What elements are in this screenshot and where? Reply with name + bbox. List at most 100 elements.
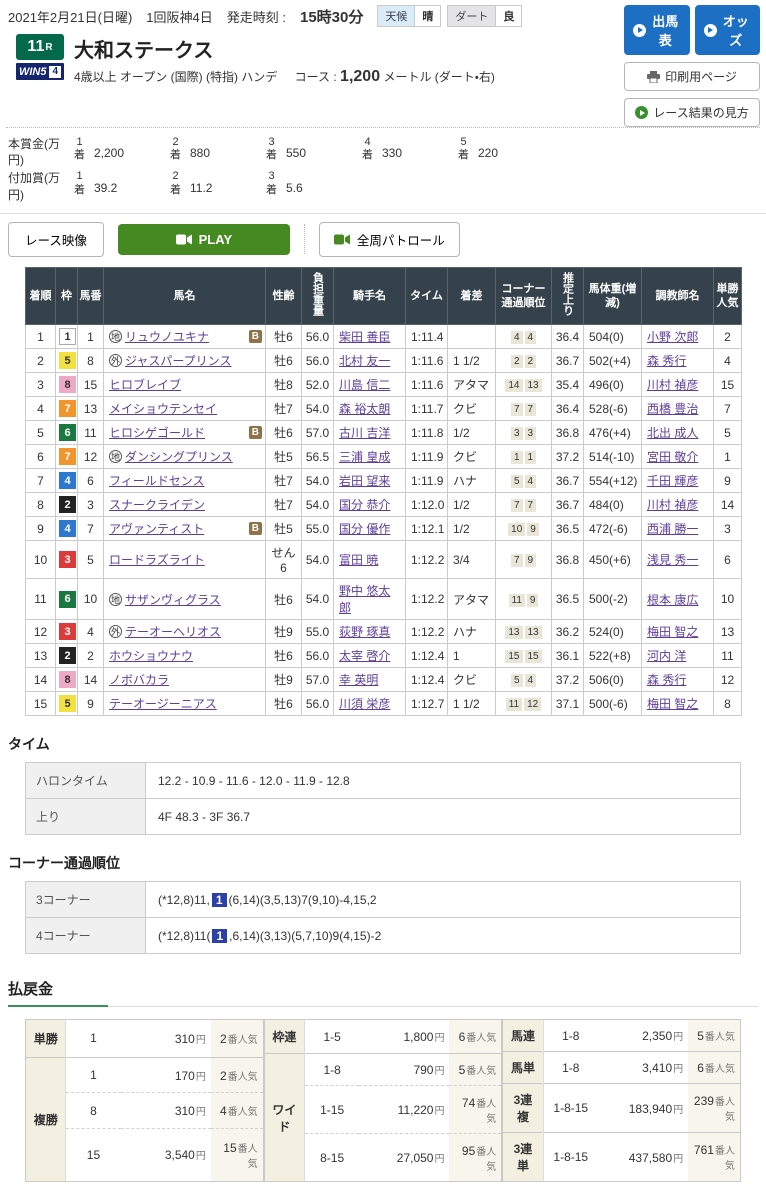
horse-name-link[interactable]: フィールドセンス xyxy=(109,474,205,488)
jockey-link[interactable]: 幸 英明 xyxy=(339,673,378,687)
origin-mark: 地 xyxy=(109,450,122,464)
impost: 54.0 xyxy=(301,492,334,518)
odds-button[interactable]: オッズ xyxy=(694,5,760,55)
prize-item: 1 着 39.2 xyxy=(74,170,170,196)
horse-name-link[interactable]: ロードラズライト xyxy=(109,553,205,567)
horse-name-link[interactable]: テーオージーニアス xyxy=(109,697,217,711)
horse-name-link[interactable]: サザンヴィグラス xyxy=(125,593,221,607)
weather-value: 晴 xyxy=(414,6,441,26)
trainer-link[interactable]: 浅見 秀一 xyxy=(647,553,698,567)
trainer-link[interactable]: 川村 禎彦 xyxy=(647,498,698,512)
jockey-link[interactable]: 古川 吉洋 xyxy=(339,426,390,440)
margin: ハナ xyxy=(447,468,496,494)
jockey-link[interactable]: 柴田 善臣 xyxy=(339,330,390,344)
corner-positions: 54 xyxy=(495,667,552,693)
last-3f: 36.8 xyxy=(551,540,584,580)
last-3f: 35.4 xyxy=(551,372,584,398)
finish-position: 4 xyxy=(25,396,56,422)
trainer-link[interactable]: 川村 禎彦 xyxy=(647,378,698,392)
horse-number: 5 xyxy=(77,540,104,580)
arrow-circle-icon xyxy=(635,106,649,119)
entry-list-button[interactable]: 出馬表 xyxy=(624,5,690,55)
jockey-link[interactable]: 川須 栄彦 xyxy=(339,697,390,711)
race-video-button[interactable]: レース映像 xyxy=(8,221,104,257)
jockey-link[interactable]: 富田 暁 xyxy=(339,553,378,567)
corner-position-box: 11 xyxy=(508,593,525,607)
sex-age: 牡5 xyxy=(265,444,302,470)
horse-name-link[interactable]: ヒロシゲゴールド xyxy=(109,426,205,440)
horse-name-link[interactable]: ヒロブレイブ xyxy=(109,378,181,392)
trainer-link[interactable]: 西浦 勝一 xyxy=(647,522,698,536)
trainer-link[interactable]: 宮田 敬介 xyxy=(647,450,698,464)
finish-time: 1:11.6 xyxy=(405,348,448,374)
horse-name-link[interactable]: メイショウテンセイ xyxy=(109,402,217,416)
margin: 1/2 xyxy=(447,516,496,542)
corner-row-label: 4コーナー xyxy=(25,917,146,955)
horse-name-link[interactable]: ジャスパープリンス xyxy=(125,354,231,368)
trainer-link[interactable]: 森 秀行 xyxy=(647,673,686,687)
payout-combination: 15 xyxy=(65,1127,121,1182)
last-3f: 36.2 xyxy=(551,619,584,645)
horse-name-link[interactable]: ホウショウナウ xyxy=(109,649,193,663)
payout-amount: 1,800円 xyxy=(359,1019,450,1054)
horse-name-link[interactable]: ダンシングプリンス xyxy=(125,450,233,464)
corner-positions: 44 xyxy=(495,324,552,350)
margin: ハナ xyxy=(447,619,496,645)
trainer-link[interactable]: 小野 次郎 xyxy=(647,330,698,344)
horse-name-link[interactable]: リュウノユキナ xyxy=(125,330,209,344)
jockey-link[interactable]: 三浦 皇成 xyxy=(339,450,390,464)
frame-cell: 2 xyxy=(55,643,78,669)
payout-popularity: 5番人気 xyxy=(449,1053,502,1086)
horse-weight: 450(+6) xyxy=(583,540,642,580)
horse-name-link[interactable]: アヴァンティスト xyxy=(109,522,204,536)
course-distance: 1,200 xyxy=(340,68,381,85)
result-guide-button[interactable]: レース結果の見方 xyxy=(624,98,760,127)
jockey-link[interactable]: 北村 友一 xyxy=(339,354,390,368)
patrol-video-button[interactable]: 全周パトロール xyxy=(318,221,460,257)
jockey-link[interactable]: 野中 悠太郎 xyxy=(339,584,390,615)
horse-name-link[interactable]: テーオーヘリオス xyxy=(125,625,221,639)
horse-name-link[interactable]: スナークライデン xyxy=(109,498,205,512)
prize-amount: 880 xyxy=(190,146,211,161)
payout-amount: 11,220円 xyxy=(359,1085,450,1134)
print-page-button[interactable]: 印刷用ページ xyxy=(624,62,760,91)
impost: 57.0 xyxy=(301,667,334,693)
trainer-link[interactable]: 根本 康広 xyxy=(647,593,698,607)
trainer-link[interactable]: 梅田 智之 xyxy=(647,625,698,639)
time-row-value: 12.2 - 10.9 - 11.6 - 12.0 - 11.9 - 12.8 xyxy=(145,762,741,800)
jockey-link[interactable]: 森 裕太朗 xyxy=(339,402,390,416)
payout-combination: 1-8 xyxy=(543,1019,598,1052)
last-3f: 36.4 xyxy=(551,396,584,422)
trainer-link[interactable]: 河内 洋 xyxy=(647,649,686,663)
horse-weight: 476(+4) xyxy=(583,420,642,446)
race-date: 2021年2月21日(日曜) xyxy=(8,9,133,25)
result-row: 13 2 2 ホウショウナウ 牡6 56.0 太宰 啓介 1:12.4 1 15 15 36.1 522… xyxy=(25,643,742,669)
jockey-link[interactable]: 太宰 啓介 xyxy=(339,649,390,663)
corner-positions: 77 xyxy=(495,396,552,422)
jockey-cell: 国分 恭介 xyxy=(333,492,406,518)
jockey-link[interactable]: 国分 優作 xyxy=(339,522,390,536)
trainer-link[interactable]: 梅田 智之 xyxy=(647,697,698,711)
jockey-link[interactable]: 荻野 琢真 xyxy=(339,625,390,639)
win-popularity: 14 xyxy=(713,492,742,518)
trainer-link[interactable]: 千田 輝彦 xyxy=(647,474,698,488)
frame-badge: 7 xyxy=(59,448,76,466)
play-button[interactable]: PLAY xyxy=(117,223,290,255)
time-row-value: 4F 48.3 - 3F 36.7 xyxy=(145,798,741,836)
corner-position-box: 4 xyxy=(510,331,523,345)
horse-name-link[interactable]: ノボバカラ xyxy=(109,673,169,687)
arrow-circle-icon xyxy=(633,23,646,37)
payout-row: 3連複 1-8-15 183,940円 239番人気 xyxy=(502,1083,741,1133)
jockey-link[interactable]: 川島 信二 xyxy=(339,378,390,392)
trainer-link[interactable]: 西橋 豊治 xyxy=(647,402,698,416)
sex-age: 牡9 xyxy=(265,619,302,645)
win-popularity: 6 xyxy=(713,540,742,580)
trainer-link[interactable]: 北出 成人 xyxy=(647,426,698,440)
race-info-line: 2021年2月21日(日曜) 1回阪神4日 発走時刻 : 15時30分 天候 晴… xyxy=(8,5,624,27)
jockey-link[interactable]: 岩田 望来 xyxy=(339,474,390,488)
payout-popularity: 761番人気 xyxy=(688,1132,741,1182)
trainer-link[interactable]: 森 秀行 xyxy=(647,354,686,368)
payout-combination: 1-8-15 xyxy=(543,1083,598,1133)
jockey-link[interactable]: 国分 恭介 xyxy=(339,498,390,512)
jockey-cell: 三浦 皇成 xyxy=(333,444,406,470)
